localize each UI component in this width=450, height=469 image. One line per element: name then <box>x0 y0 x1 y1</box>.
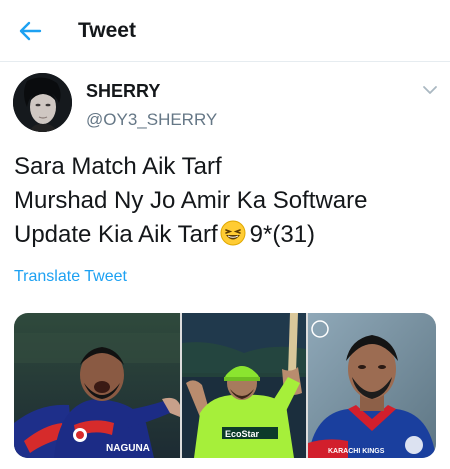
display-name[interactable]: SHERRY <box>86 81 160 102</box>
photo-caption: KARACHI KINGS <box>328 448 385 455</box>
tweet-text-line: Murshad Ny Jo Amir Ka Software <box>14 187 368 214</box>
page-title: Tweet <box>78 19 136 42</box>
grinning-squinting-face-icon <box>220 220 246 246</box>
photo-caption: EcoStar <box>225 429 260 439</box>
tweet-text-line: Sara Match Aik Tarf <box>14 153 222 180</box>
media-grid: NAGUNA EcoStar KARACHI KINGS <box>14 313 436 458</box>
top-bar: Tweet <box>0 0 450 62</box>
arrow-left-icon[interactable] <box>18 20 42 42</box>
avatar[interactable] <box>13 73 72 132</box>
tweet-photo[interactable]: KARACHI KINGS <box>308 313 436 458</box>
tweet-photo[interactable]: NAGUNA <box>14 313 180 458</box>
tweet-text-segment: 9*(31) <box>249 221 316 248</box>
translate-tweet-link[interactable]: Translate Tweet <box>14 268 127 286</box>
chevron-down-icon[interactable] <box>422 84 438 96</box>
tweet-text-line: Update Kia Aik Tarf 9*(31) <box>14 218 439 252</box>
tweet-photo[interactable]: EcoStar <box>182 313 306 458</box>
user-handle[interactable]: @OY3_SHERRY <box>86 110 217 130</box>
tweet-text-segment: Update Kia Aik Tarf <box>14 221 218 248</box>
photo-caption: NAGUNA <box>106 443 150 454</box>
